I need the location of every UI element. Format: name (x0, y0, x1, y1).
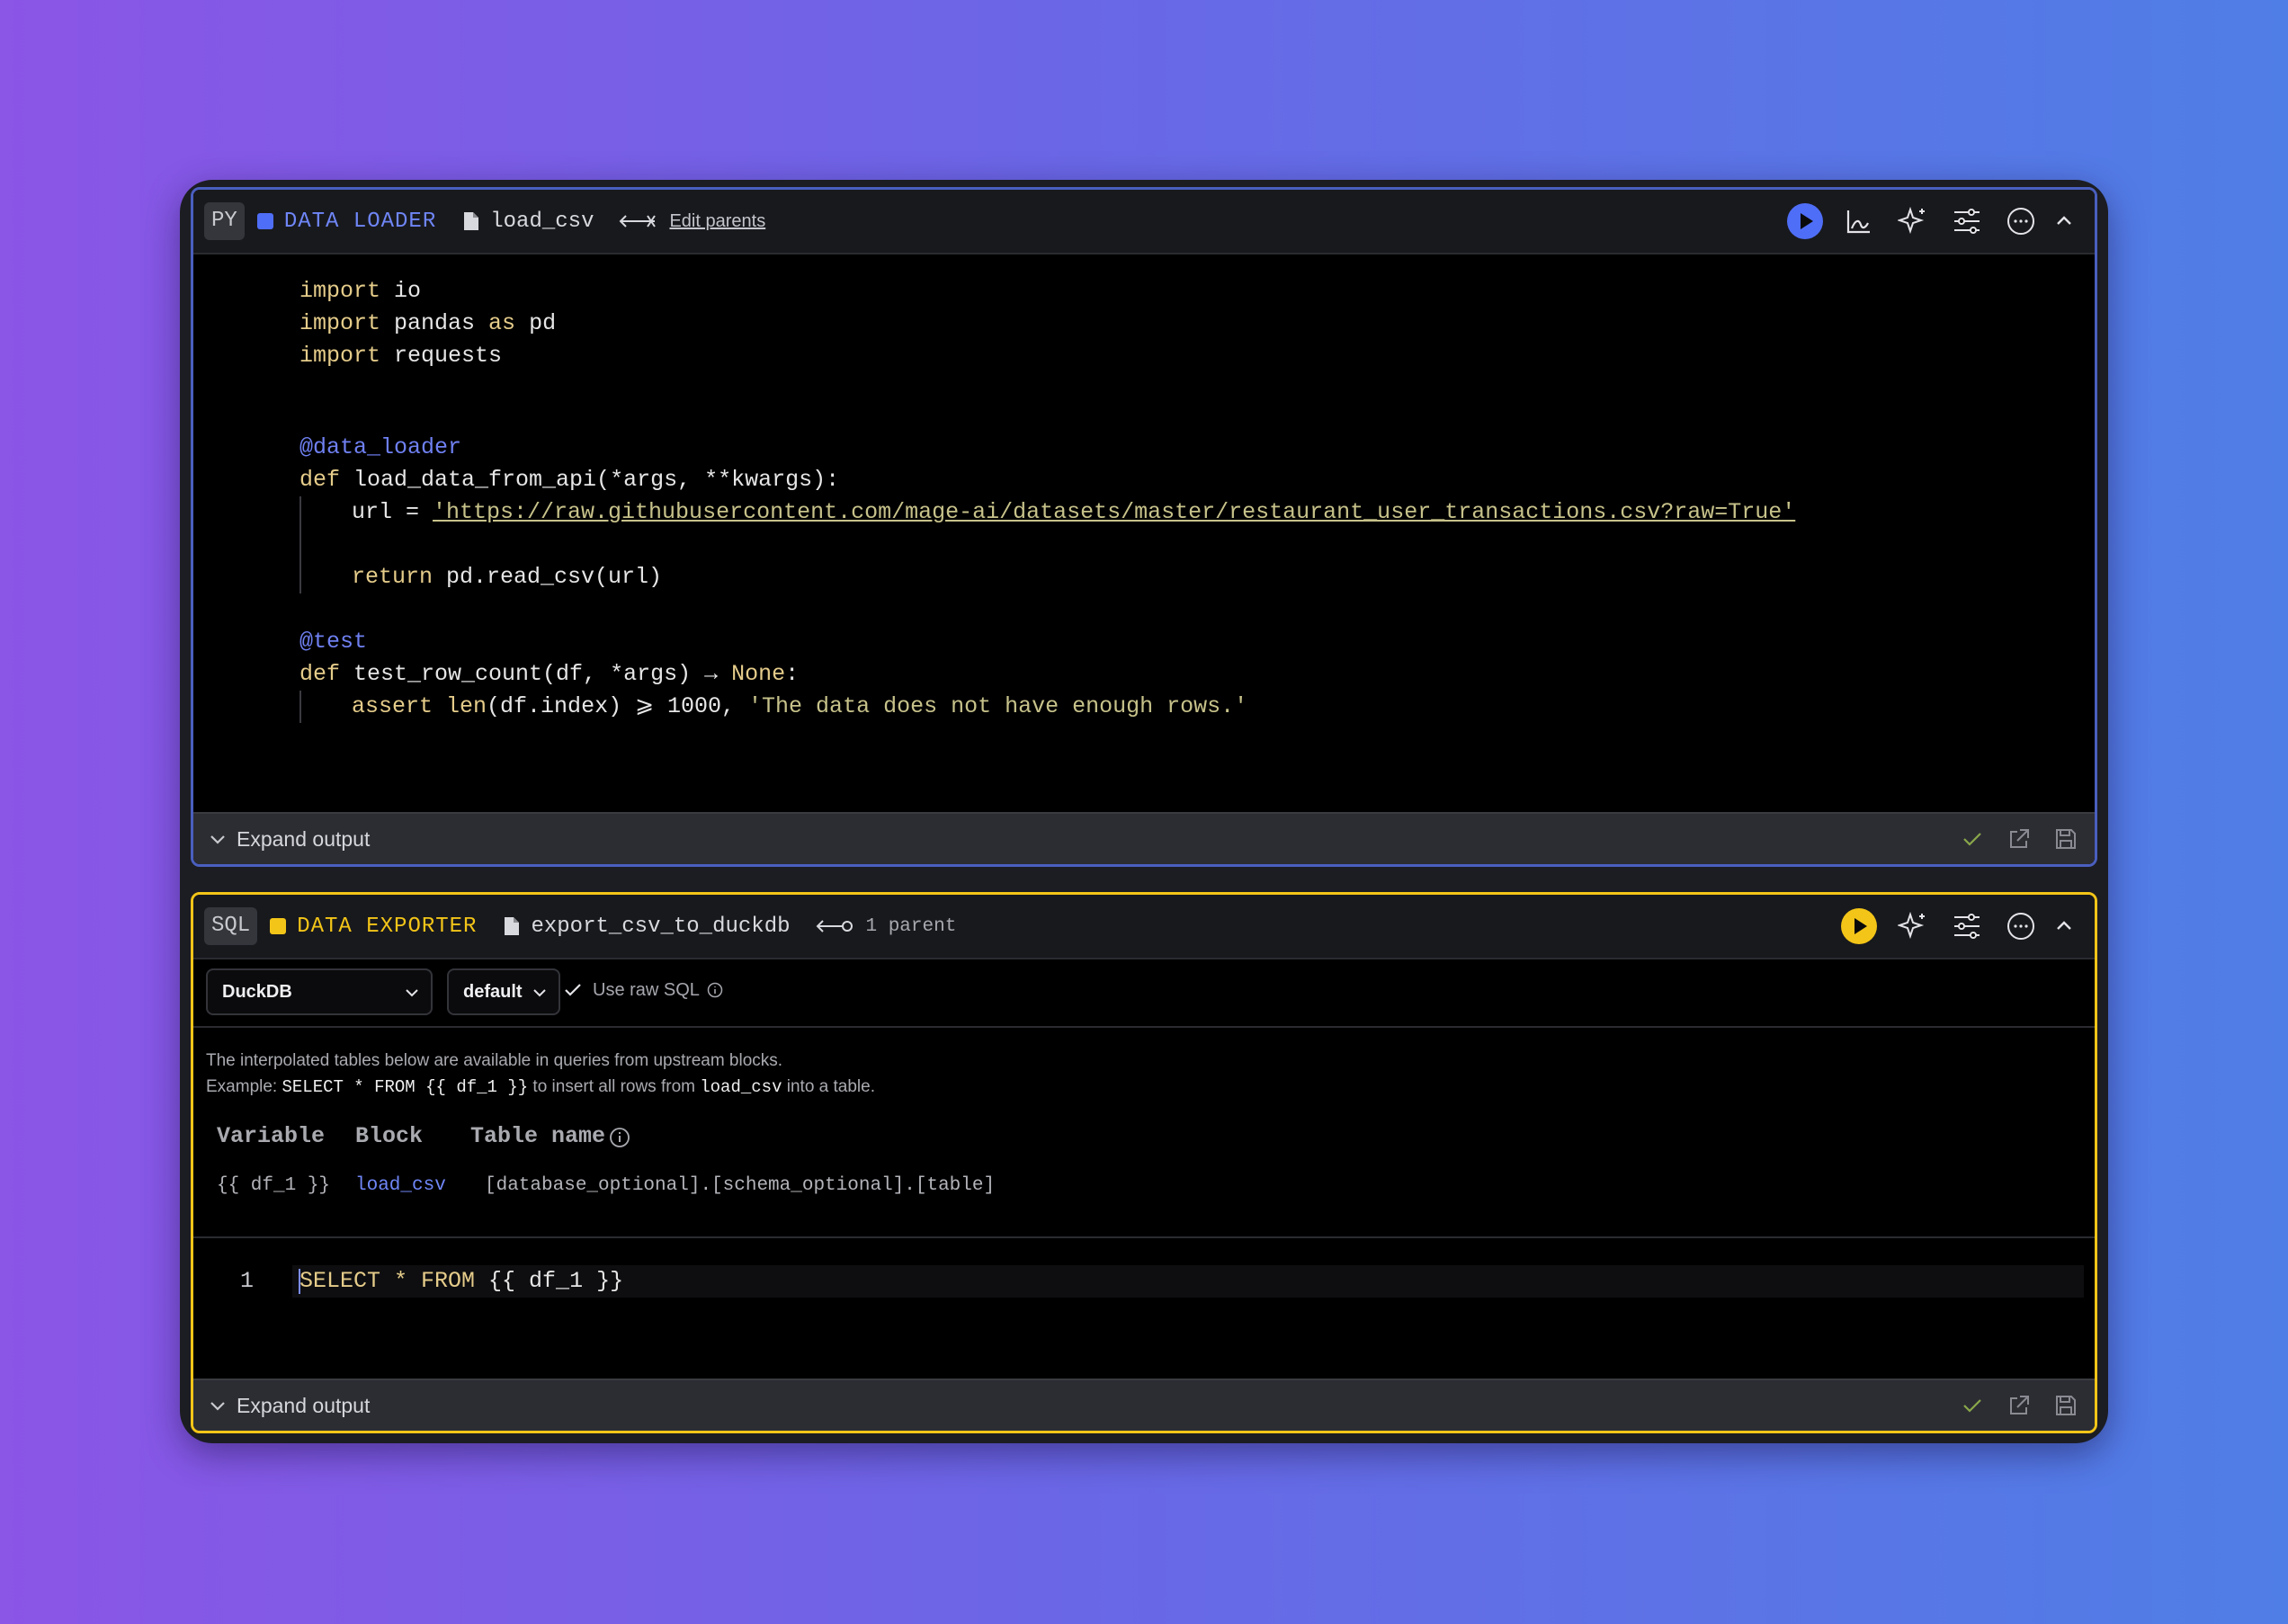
play-icon (1841, 908, 1877, 944)
chevron-down-icon (210, 1402, 225, 1411)
check-icon (1963, 1399, 1981, 1413)
save-icon[interactable] (2053, 826, 2078, 852)
more-button[interactable] (2003, 908, 2039, 944)
parents-count[interactable]: 1 parent (866, 916, 957, 937)
row-table-name: [database_optional].[schema_optional].[t… (485, 1175, 996, 1196)
block-color-icon (270, 918, 287, 934)
info-example: Example: SELECT * FROM {{ df_1 }} to ins… (206, 1077, 875, 1097)
data-loader-block: PY DATA LOADER load_csv Edit parents imp… (191, 187, 2097, 867)
open-external-icon[interactable] (2006, 826, 2032, 852)
code-line: @test (299, 629, 368, 655)
profile-select[interactable]: default (447, 968, 560, 1015)
run-button[interactable] (1841, 908, 1877, 944)
block-file-name[interactable]: export_csv_to_duckdb (531, 915, 790, 939)
parent-link-icon[interactable] (816, 915, 854, 937)
connection-select[interactable]: DuckDB (206, 968, 433, 1015)
chevron-down-icon (533, 989, 546, 997)
raw-sql-toggle[interactable]: Use raw SQL (562, 979, 723, 1001)
raw-sql-label: Use raw SQL (593, 979, 700, 1000)
header-variable: Variable (217, 1123, 326, 1149)
sql-editor[interactable]: 1 SELECT * FROM {{ df_1 }} (193, 1265, 2095, 1298)
code-line: import io (299, 278, 422, 304)
expand-output-button[interactable]: Expand output (237, 1394, 370, 1418)
sliders-icon (1954, 914, 1980, 939)
code-line: def load_data_from_api(*args, **kwargs): (299, 467, 840, 493)
block-type-label: DATA EXPORTER (297, 914, 478, 939)
open-external-icon[interactable] (2006, 1393, 2032, 1418)
code-line: return pd.read_csv(url) (352, 564, 663, 590)
code-line: assert len(df.index) ⩾ 1000, 'The data d… (352, 693, 1248, 719)
chevron-up-icon (2057, 921, 2071, 930)
info-icon[interactable] (609, 1127, 630, 1148)
ai-button[interactable] (1895, 908, 1931, 944)
output-footer[interactable]: Expand output (193, 1379, 2095, 1431)
row-block-link[interactable]: load_csv (355, 1175, 446, 1196)
language-badge: SQL (204, 907, 258, 945)
chevron-down-icon (406, 989, 418, 997)
line-number: 1 (240, 1268, 255, 1294)
indent-guide (299, 496, 301, 593)
connection-value: DuckDB (222, 981, 292, 1002)
profile-value: default (463, 981, 523, 1002)
header-table-name: Table name (470, 1123, 606, 1149)
info-text: The interpolated tables below are availa… (206, 1051, 783, 1070)
indent-guide (299, 691, 301, 723)
code-editor[interactable]: import io import pandas as pd import req… (193, 190, 2095, 807)
save-icon[interactable] (2053, 1393, 2078, 1418)
chevron-down-icon (210, 835, 225, 844)
code-line: import requests (299, 343, 503, 369)
block-header: SQL DATA EXPORTER export_csv_to_duckdb 1… (193, 895, 2095, 959)
expand-output-button[interactable]: Expand output (237, 827, 370, 852)
code-line: def test_row_count(df, *args) → None: (299, 661, 800, 687)
code-line: @data_loader (299, 434, 462, 460)
row-variable: {{ df_1 }} (217, 1175, 331, 1196)
sql-code-line[interactable]: SELECT * FROM {{ df_1 }} (299, 1265, 623, 1298)
check-icon (565, 984, 581, 996)
code-line: url = 'https://raw.githubusercontent.com… (352, 499, 1796, 525)
notebook-window: PY DATA LOADER load_csv Edit parents imp… (180, 180, 2108, 1443)
header-block: Block (355, 1123, 424, 1149)
sparkle-icon (1898, 911, 1925, 940)
check-icon (1963, 833, 1981, 846)
settings-button[interactable] (1949, 908, 1985, 944)
info-icon[interactable] (707, 982, 723, 998)
output-footer[interactable]: Expand output (193, 812, 2095, 864)
data-exporter-block: SQL DATA EXPORTER export_csv_to_duckdb 1… (191, 892, 2097, 1433)
divider (193, 1236, 2095, 1238)
collapse-button[interactable] (2046, 908, 2082, 944)
interpolation-info: The interpolated tables below are availa… (206, 1048, 875, 1101)
more-icon (2007, 913, 2034, 940)
code-line: import pandas as pd (299, 310, 557, 336)
sql-controls: DuckDB default Use raw SQL (193, 958, 2095, 1028)
text-cursor (299, 1269, 300, 1294)
file-icon (505, 917, 520, 935)
